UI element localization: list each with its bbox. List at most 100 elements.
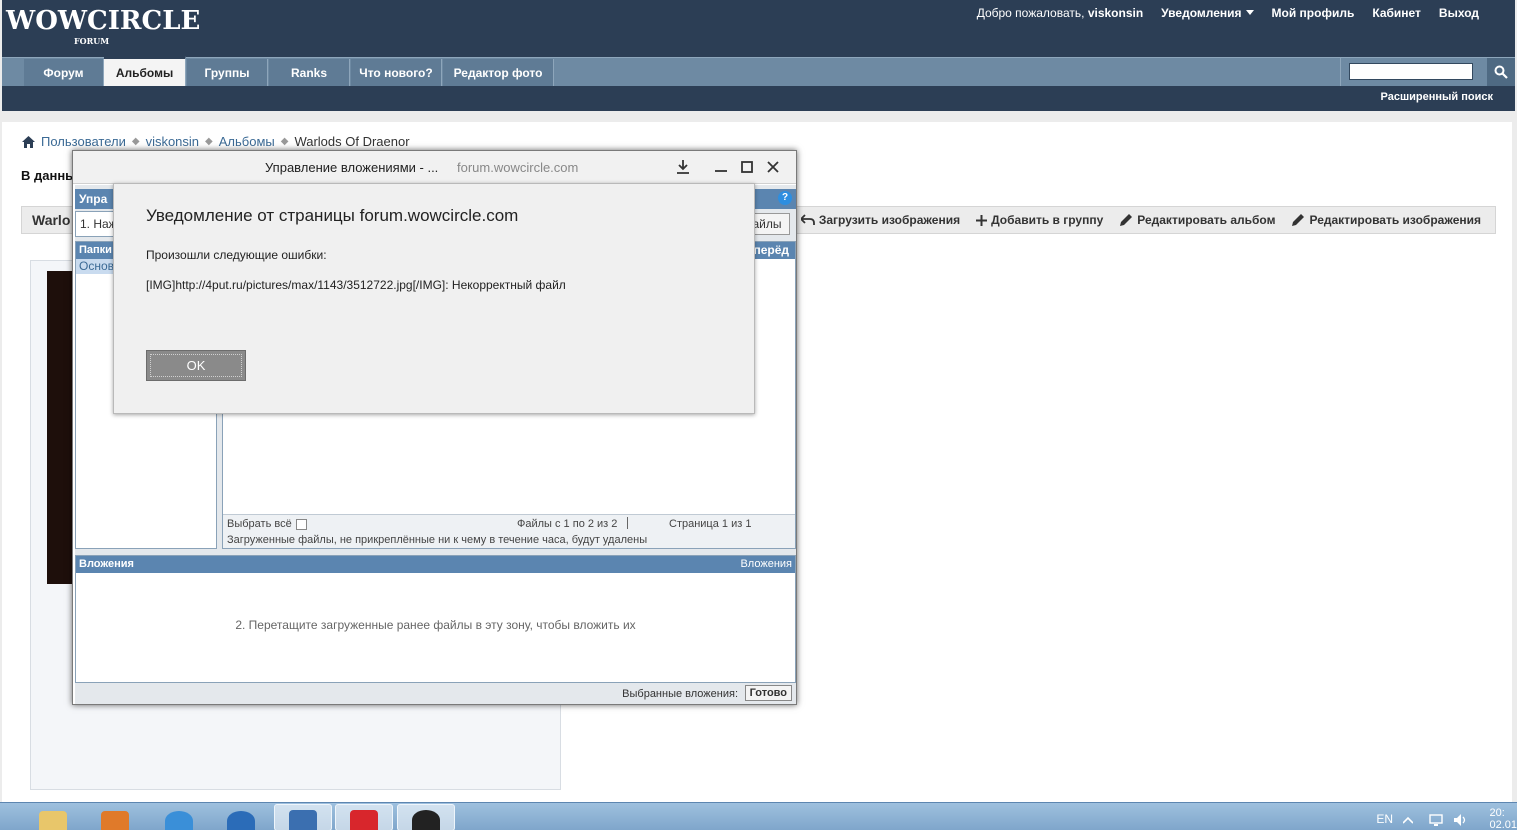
window-titlebar[interactable]: Управление вложениями - ... forum.wowcir… bbox=[73, 151, 796, 184]
window-url: forum.wowcircle.com bbox=[457, 160, 579, 175]
divider bbox=[627, 517, 628, 529]
taskbar-explorer[interactable] bbox=[24, 804, 82, 830]
welcome-group: Добро пожаловать, viskonsin bbox=[977, 6, 1143, 20]
close-button[interactable] bbox=[763, 157, 783, 177]
attachments-footer: Выбранные вложения: Готово bbox=[75, 683, 796, 704]
pencil-icon bbox=[1292, 214, 1305, 226]
ok-button[interactable]: OK bbox=[146, 350, 246, 381]
select-all-label: Выбрать всё bbox=[227, 518, 292, 530]
taskbar-internet-explorer[interactable] bbox=[150, 804, 208, 830]
alert-message-intro: Произошли следующие ошибки: bbox=[146, 248, 327, 262]
browser-app-icon bbox=[289, 810, 317, 830]
welcome-text: Добро пожаловать, bbox=[976, 6, 1085, 20]
breadcrumb-user[interactable]: viskonsin bbox=[146, 134, 199, 149]
taskbar-browser-app[interactable] bbox=[274, 804, 332, 830]
username-link[interactable]: viskonsin bbox=[1088, 6, 1143, 20]
alert-dialog: Уведомление от страницы forum.wowcircle.… bbox=[113, 183, 755, 414]
site-logo-sub: FORUM bbox=[74, 36, 110, 46]
select-all-checkbox[interactable] bbox=[295, 518, 307, 530]
add-to-group-button[interactable]: Добавить в группу bbox=[976, 213, 1103, 227]
files-count: Файлы с 1 по 2 из 2 bbox=[517, 518, 618, 530]
alert-message-error: [IMG]http://4put.ru/pictures/max/1143/35… bbox=[146, 278, 566, 292]
breadcrumb-separator-icon: ◆ bbox=[205, 136, 213, 147]
search-icon bbox=[1494, 65, 1508, 79]
page-count: Страница 1 из 1 bbox=[669, 518, 752, 530]
user-menu: Добро пожаловать, viskonsin Уведомления … bbox=[977, 6, 1479, 20]
edit-album-button[interactable]: Редактировать альбом bbox=[1119, 213, 1275, 227]
album-actions: Загрузить изображения Добавить в группу … bbox=[800, 213, 1481, 227]
download-button[interactable] bbox=[673, 157, 693, 177]
main-nav: Форум Альбомы Группы Ranks Что нового? Р… bbox=[2, 56, 1515, 86]
upload-images-button[interactable]: Загрузить изображения bbox=[800, 213, 961, 227]
volume-icon[interactable] bbox=[1453, 813, 1467, 827]
edit-album-label: Редактировать альбом bbox=[1137, 213, 1276, 227]
taskbar-camera-app[interactable] bbox=[397, 804, 455, 830]
attachments-header-label: Вложения bbox=[79, 558, 134, 570]
network-icon[interactable] bbox=[1429, 813, 1443, 827]
plus-icon bbox=[976, 214, 988, 226]
nav-divider bbox=[1340, 58, 1341, 86]
clock[interactable]: 20: 02.01 bbox=[1489, 807, 1517, 830]
language-indicator[interactable]: EN bbox=[1376, 812, 1393, 826]
site-logo[interactable]: WOWCIRCLE bbox=[6, 6, 200, 36]
top-bar: WOWCIRCLE FORUM Добро пожаловать, viskon… bbox=[2, 0, 1515, 57]
breadcrumb-albums[interactable]: Альбомы bbox=[219, 134, 275, 149]
home-icon[interactable] bbox=[22, 135, 35, 148]
search-input[interactable] bbox=[1349, 63, 1473, 80]
tray-expand-icon[interactable] bbox=[1402, 813, 1417, 827]
tab-albums[interactable]: Альбомы bbox=[104, 56, 186, 86]
intro-text: В данны bbox=[21, 168, 77, 183]
tab-photo-editor[interactable]: Редактор фото bbox=[443, 59, 554, 86]
attachments-header: Вложения Вложения bbox=[76, 556, 795, 573]
clock-time: 20: bbox=[1489, 807, 1505, 819]
selected-attachments-label: Выбранные вложения: bbox=[622, 688, 738, 700]
edit-images-button[interactable]: Редактировать изображения bbox=[1291, 213, 1481, 227]
breadcrumb-current: Warlods Of Draenor bbox=[294, 134, 410, 149]
breadcrumb-separator-icon: ◆ bbox=[131, 136, 140, 147]
taskbar-yandex-browser[interactable] bbox=[335, 804, 393, 830]
tab-whats-new[interactable]: Что нового? bbox=[351, 59, 442, 86]
media-player-icon bbox=[101, 811, 129, 830]
tab-groups[interactable]: Группы bbox=[187, 59, 268, 86]
yandex-browser-icon bbox=[350, 810, 378, 830]
files-note: Загруженные файлы, не прикреплённые ни к… bbox=[227, 534, 648, 546]
taskbar: EN 20: 02.01 bbox=[0, 802, 1517, 830]
window-title: Управление вложениями - ... bbox=[265, 160, 439, 175]
taskbar-chrome[interactable] bbox=[212, 804, 270, 830]
attachments-dropzone[interactable]: Вложения Вложения 2. Перетащите загружен… bbox=[75, 555, 796, 683]
explorer-icon bbox=[39, 811, 67, 830]
help-icon[interactable]: ? bbox=[778, 191, 792, 205]
advanced-search-link[interactable]: Расширенный поиск bbox=[1381, 91, 1493, 103]
files-footer: Выбрать всё Файлы с 1 по 2 из 2 Страница… bbox=[223, 514, 795, 548]
maximize-button[interactable] bbox=[737, 157, 757, 177]
upload-arrow-icon bbox=[800, 214, 815, 225]
album-title: Warlo bbox=[32, 212, 71, 228]
clock-date: 02.01 bbox=[1489, 819, 1517, 830]
upload-images-label: Загрузить изображения bbox=[818, 213, 961, 227]
forum-header: WOWCIRCLE FORUM Добро пожаловать, viskon… bbox=[0, 0, 1517, 112]
my-profile-link[interactable]: Мой профиль bbox=[1272, 6, 1355, 20]
attachments-header-right: Вложения bbox=[740, 558, 792, 570]
tab-forum[interactable]: Форум bbox=[24, 59, 104, 86]
add-to-group-label: Добавить в группу bbox=[991, 213, 1104, 227]
taskbar-media-player[interactable] bbox=[86, 804, 144, 830]
done-button[interactable]: Готово bbox=[744, 685, 792, 701]
close-icon bbox=[767, 161, 779, 173]
download-icon bbox=[677, 160, 689, 174]
select-all-control[interactable]: Выбрать всё bbox=[227, 518, 307, 530]
minimize-icon bbox=[715, 170, 727, 172]
pencil-icon bbox=[1120, 214, 1133, 226]
breadcrumb-users[interactable]: Пользователи bbox=[41, 134, 126, 149]
camera-app-icon bbox=[412, 810, 440, 830]
minimize-button[interactable] bbox=[711, 157, 731, 177]
notifications-menu[interactable]: Уведомления bbox=[1161, 6, 1254, 20]
chrome-icon bbox=[227, 811, 255, 830]
notifications-label: Уведомления bbox=[1161, 6, 1242, 20]
dropzone-hint: 2. Перетащите загруженные ранее файлы в … bbox=[235, 618, 636, 632]
tab-ranks[interactable]: Ranks bbox=[269, 59, 350, 86]
sub-nav: Расширенный поиск bbox=[2, 86, 1515, 111]
search-button[interactable] bbox=[1487, 58, 1515, 86]
ok-button-label: OK bbox=[186, 358, 206, 373]
logout-link[interactable]: Выход bbox=[1439, 6, 1479, 20]
cabinet-link[interactable]: Кабинет bbox=[1372, 6, 1421, 20]
